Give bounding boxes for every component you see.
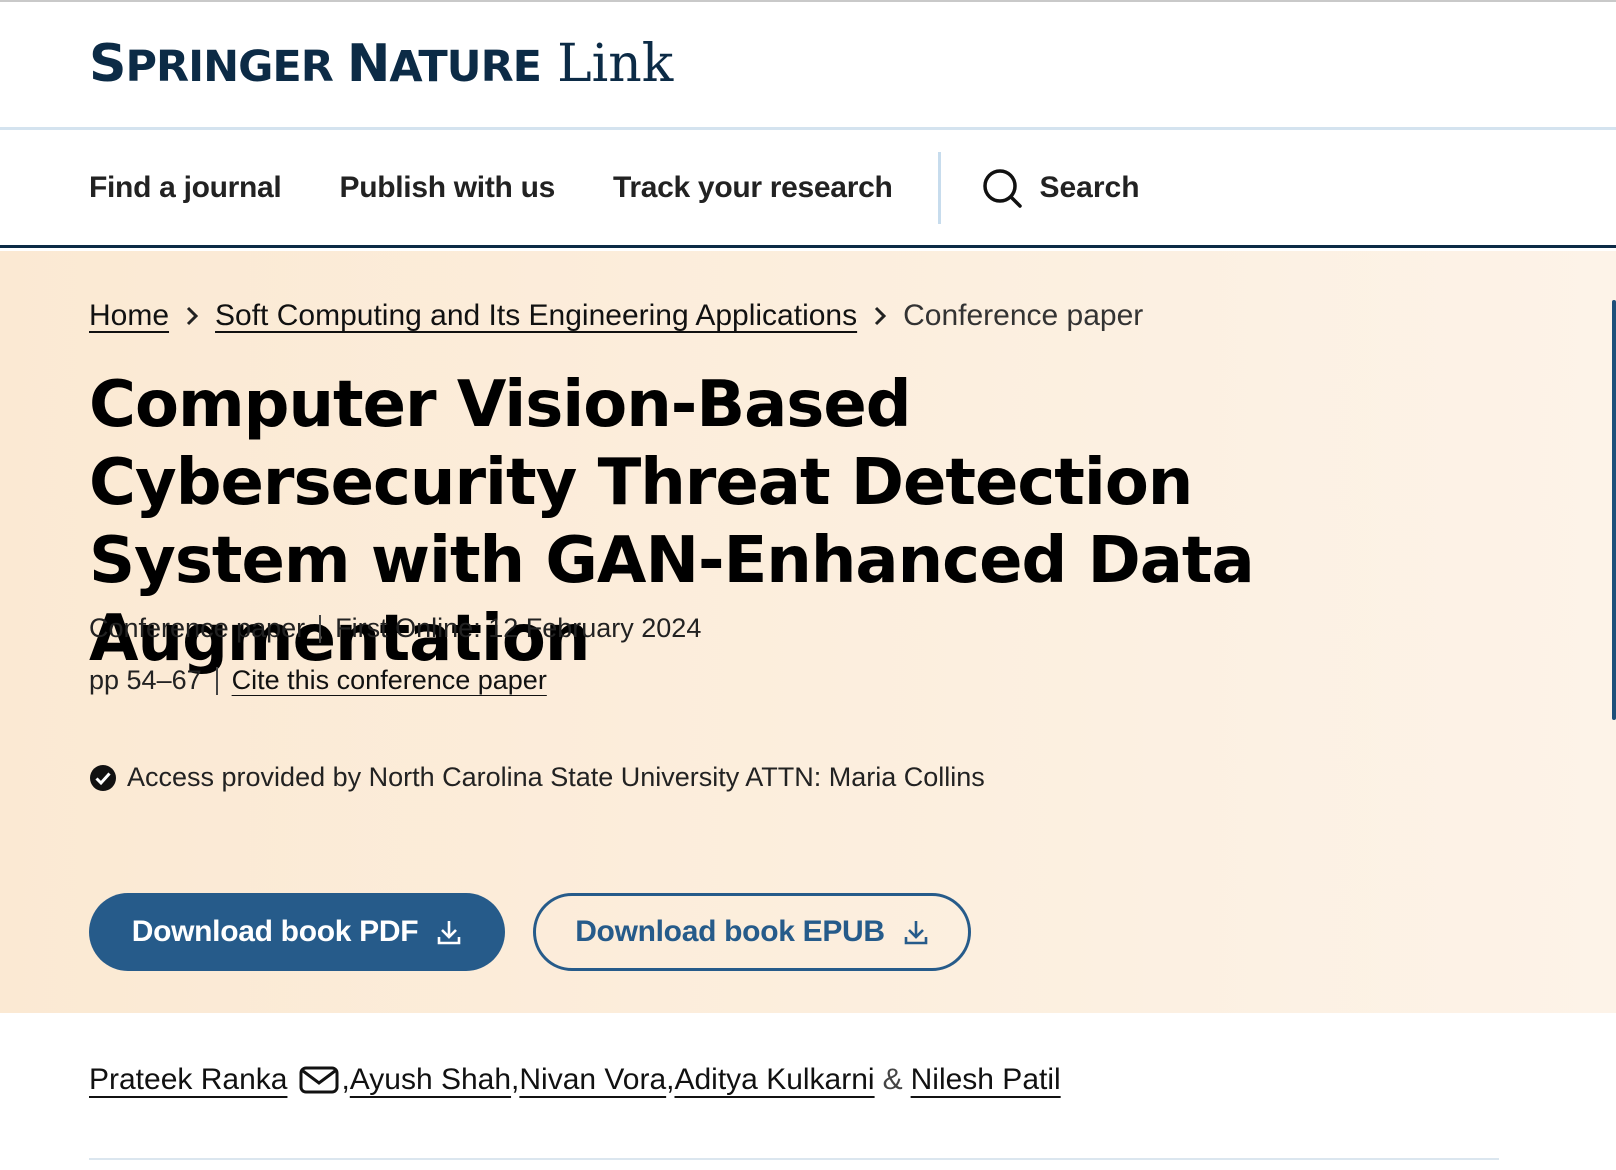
download-icon (904, 921, 928, 945)
meta-separator (319, 614, 322, 643)
author-list: Prateek Ranka , Ayush Shah , Nivan Vora … (89, 1063, 1061, 1097)
breadcrumb-book[interactable]: Soft Computing and Its Engineering Appli… (215, 299, 857, 333)
meta-separator (215, 666, 218, 695)
logo-link-text: Link (557, 33, 674, 94)
breadcrumb-current: Conference paper (903, 299, 1144, 332)
page-range: pp 54–67 (89, 665, 202, 695)
download-pdf-label: Download book PDF (131, 915, 419, 948)
author-separator: , (341, 1063, 350, 1096)
logo-bar: SPRINGER NATURE Link (0, 2, 1616, 130)
springer-nature-link-logo[interactable]: SPRINGER NATURE Link (89, 34, 673, 94)
check-circle-icon (90, 764, 116, 791)
download-epub-button[interactable]: Download book EPUB (533, 893, 971, 971)
author-link[interactable]: Ayush Shah (350, 1063, 511, 1097)
search-icon (983, 168, 1023, 208)
chevron-right-icon (873, 305, 887, 327)
nav-find-journal[interactable]: Find a journal (89, 171, 282, 205)
author-separator: , (666, 1063, 675, 1096)
search-button[interactable]: Search (981, 167, 1140, 209)
download-epub-label: Download book EPUB (575, 915, 885, 948)
access-notice: Access provided by North Carolina State … (89, 762, 985, 793)
chevron-right-icon (185, 305, 199, 327)
first-online-date: First Online: 12 February 2024 (335, 613, 702, 643)
section-divider (89, 1158, 1499, 1160)
cite-paper-link[interactable]: Cite this conference paper (232, 665, 547, 696)
article-type: Conference paper (89, 613, 306, 643)
download-icon (437, 921, 461, 945)
author-ampersand: & (882, 1063, 903, 1096)
search-label: Search (1039, 170, 1140, 204)
side-panel-edge (1612, 300, 1616, 720)
breadcrumb-home[interactable]: Home (89, 299, 169, 333)
logo-brand: SPRINGER NATURE (89, 33, 542, 94)
main-nav: Find a journal Publish with us Track you… (0, 130, 1616, 248)
author-link[interactable]: Nivan Vora (519, 1063, 666, 1097)
article-meta-line1: Conference paper First Online: 12 Februa… (89, 613, 701, 644)
nav-publish-with-us[interactable]: Publish with us (339, 171, 555, 205)
article-header: Home Soft Computing and Its Engineering … (0, 251, 1616, 1013)
download-pdf-button[interactable]: Download book PDF (89, 893, 505, 971)
author-link[interactable]: Prateek Ranka (89, 1063, 287, 1097)
article-meta-line2: pp 54–67 Cite this conference paper (89, 665, 547, 696)
access-text: Access provided by North Carolina State … (127, 762, 985, 792)
nav-track-research[interactable]: Track your research (613, 171, 893, 205)
email-icon[interactable] (299, 1065, 339, 1095)
author-link[interactable]: Aditya Kulkarni (674, 1063, 874, 1097)
author-link[interactable]: Nilesh Patil (911, 1063, 1061, 1097)
nav-divider (938, 151, 942, 224)
author-separator: , (511, 1063, 520, 1096)
breadcrumb: Home Soft Computing and Its Engineering … (89, 299, 1143, 333)
